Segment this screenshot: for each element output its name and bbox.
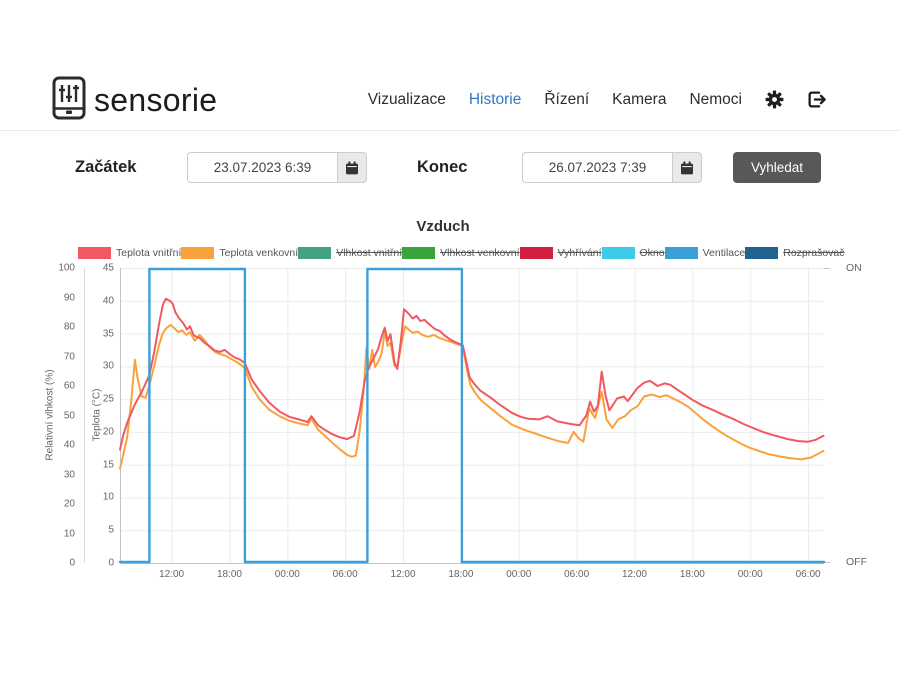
temp-tick-label: 40 [92, 295, 114, 306]
legend-swatch [78, 247, 111, 259]
x-tick-label: 06:00 [796, 569, 821, 580]
calendar-icon [345, 161, 359, 175]
humidity-tick-label: 20 [53, 499, 75, 510]
legend-item[interactable]: Okno [602, 247, 665, 259]
logout-icon[interactable] [807, 90, 826, 109]
legend-item[interactable]: Vlhkost vnitřní [298, 247, 402, 259]
legend-label: Teplota vnitřní [116, 247, 181, 259]
start-date-label: Začátek [75, 152, 136, 183]
nav-item-kamera[interactable]: Kamera [612, 91, 666, 109]
brand-name: sensorie [94, 82, 217, 119]
main-nav: Vizualizace Historie Řízení Kamera Nemoci [368, 90, 826, 109]
start-date-group [187, 152, 367, 183]
search-button[interactable]: Vyhledat [733, 152, 821, 183]
legend-item[interactable]: Ventilace [665, 247, 746, 259]
legend-label: Vlhkost vnitřní [336, 247, 402, 259]
humidity-tick-label: 50 [53, 410, 75, 421]
humidity-tick-label: 90 [53, 292, 75, 303]
chart-plot-area[interactable] [120, 268, 824, 563]
brand[interactable]: sensorie [52, 76, 217, 125]
nav-item-nemoci[interactable]: Nemoci [689, 91, 742, 109]
series-teplota-vnitřní [120, 299, 824, 450]
x-tick-label: 06:00 [333, 569, 358, 580]
x-tick-label: 12:00 [622, 569, 647, 580]
legend-label: Rozprašovač [783, 247, 844, 259]
temp-tick-label: 0 [92, 558, 114, 569]
legend-swatch [602, 247, 635, 259]
temp-tick-label: 30 [92, 361, 114, 372]
legend-item[interactable]: Vlhkost venkovní [402, 247, 519, 259]
legend-swatch [745, 247, 778, 259]
end-date-calendar-button[interactable] [672, 152, 702, 183]
brand-logo-icon [52, 76, 86, 125]
legend-swatch [402, 247, 435, 259]
series-teplota-venkovní [120, 325, 824, 469]
nav-item-vizualizace[interactable]: Vizualizace [368, 91, 446, 109]
humidity-tick-label: 70 [53, 351, 75, 362]
settings-gear-icon[interactable] [765, 90, 784, 109]
humidity-tick-label: 80 [53, 322, 75, 333]
legend-label: Ventilace [703, 247, 746, 259]
humidity-tick-label: 40 [53, 440, 75, 451]
x-tick-label: 06:00 [564, 569, 589, 580]
nav-items: Vizualizace Historie Řízení Kamera Nemoci [368, 91, 742, 109]
temp-tick-label: 25 [92, 394, 114, 405]
humidity-axis-line [84, 268, 85, 563]
humidity-tick-label: 60 [53, 381, 75, 392]
temp-tick-label: 10 [92, 492, 114, 503]
x-tick-label: 12:00 [391, 569, 416, 580]
end-date-group [522, 152, 702, 183]
legend-item[interactable]: Vyhřívání [520, 247, 602, 259]
header-divider [0, 130, 900, 131]
temp-tick-label: 35 [92, 328, 114, 339]
end-date-label: Konec [417, 152, 467, 183]
legend-label: Vlhkost venkovní [440, 247, 519, 259]
x-tick-label: 12:00 [159, 569, 184, 580]
legend-swatch [181, 247, 214, 259]
legend-label: Okno [640, 247, 665, 259]
legend-item[interactable]: Teplota vnitřní [78, 247, 181, 259]
legend-swatch [298, 247, 331, 259]
x-tick-label: 18:00 [448, 569, 473, 580]
app-window: sensorie Vizualizace Historie Řízení Kamera… [0, 0, 900, 675]
temp-tick-label: 20 [92, 426, 114, 437]
x-tick-label: 00:00 [738, 569, 763, 580]
x-tick-label: 00:00 [275, 569, 300, 580]
start-date-calendar-button[interactable] [337, 152, 367, 183]
humidity-tick-label: 0 [53, 558, 75, 569]
series-ventilace [120, 269, 824, 562]
chart-legend: Teplota vnitřní Teplota venkovní Vlhkost v… [78, 247, 810, 259]
temp-tick-label: 5 [92, 525, 114, 536]
x-tick-label: 18:00 [680, 569, 705, 580]
state-on-label: ON [846, 262, 862, 274]
humidity-tick-label: 10 [53, 528, 75, 539]
legend-item[interactable]: Teplota venkovní [181, 247, 298, 259]
chart-title: Vzduch [416, 218, 469, 235]
humidity-tick-label: 30 [53, 469, 75, 480]
x-tick-label: 00:00 [506, 569, 531, 580]
legend-item[interactable]: Rozprašovač [745, 247, 844, 259]
state-off-label: OFF [846, 556, 867, 568]
calendar-icon [680, 161, 694, 175]
start-date-input[interactable] [187, 152, 337, 183]
humidity-tick-label: 100 [53, 263, 75, 274]
nav-item-řízení[interactable]: Řízení [544, 91, 589, 109]
legend-swatch [520, 247, 553, 259]
legend-swatch [665, 247, 698, 259]
temp-tick-label: 15 [92, 459, 114, 470]
temp-tick-label: 45 [92, 263, 114, 274]
x-tick-label: 18:00 [217, 569, 242, 580]
end-date-input[interactable] [522, 152, 672, 183]
legend-label: Vyhřívání [558, 247, 602, 259]
legend-label: Teplota venkovní [219, 247, 298, 259]
nav-item-historie[interactable]: Historie [469, 91, 522, 109]
